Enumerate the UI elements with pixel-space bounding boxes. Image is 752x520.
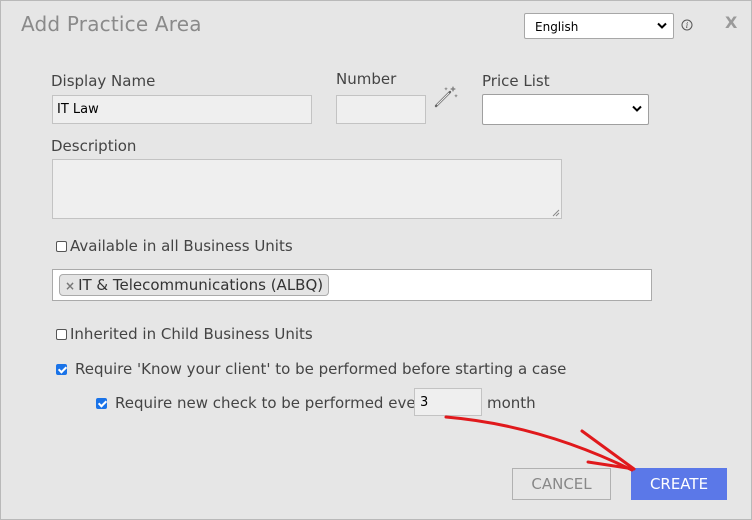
remove-tag-icon[interactable]: × xyxy=(65,279,75,293)
info-icon[interactable]: i xyxy=(681,19,693,31)
language-select-value: English xyxy=(535,20,579,34)
language-select[interactable]: English xyxy=(524,13,674,39)
inherited-child-units-checkbox[interactable] xyxy=(56,328,67,340)
require-kyc-checkbox[interactable] xyxy=(56,363,67,375)
business-unit-tag-label: IT & Telecommunications (ALBQ) xyxy=(78,276,324,294)
resize-handle-icon[interactable] xyxy=(552,209,560,217)
chevron-down-icon xyxy=(632,105,642,112)
close-button[interactable]: X xyxy=(725,13,737,32)
require-kyc-label: Require 'Know your client' to be perform… xyxy=(75,360,567,378)
price-list-label: Price List xyxy=(482,72,550,90)
business-units-multiselect[interactable]: × IT & Telecommunications (ALBQ) xyxy=(52,269,652,301)
display-name-label: Display Name xyxy=(51,72,156,90)
inherited-child-units-label: Inherited in Child Business Units xyxy=(70,325,313,343)
check-interval-unit: month xyxy=(487,394,536,412)
check-interval-input[interactable]: 3 xyxy=(414,388,482,416)
available-all-units-row[interactable]: Available in all Business Units xyxy=(56,237,293,255)
available-all-units-label: Available in all Business Units xyxy=(70,237,293,255)
inherited-child-units-row[interactable]: Inherited in Child Business Units xyxy=(56,325,313,343)
magic-wand-icon[interactable] xyxy=(433,84,459,110)
require-kyc-row[interactable]: Require 'Know your client' to be perform… xyxy=(56,360,566,378)
price-list-select[interactable] xyxy=(482,94,649,125)
number-label: Number xyxy=(336,70,397,88)
require-new-check-label: Require new check to be performed every xyxy=(115,394,431,412)
svg-text:i: i xyxy=(686,21,689,30)
cancel-button[interactable]: CANCEL xyxy=(512,468,611,500)
available-all-units-checkbox[interactable] xyxy=(56,240,67,252)
description-textarea[interactable] xyxy=(52,159,562,219)
business-unit-tag: × IT & Telecommunications (ALBQ) xyxy=(59,274,330,296)
description-label: Description xyxy=(51,137,137,155)
dialog-header: Add Practice Area English i X xyxy=(1,1,751,49)
add-practice-area-dialog: Add Practice Area English i X Display Na… xyxy=(0,0,752,520)
require-new-check-checkbox[interactable] xyxy=(96,397,107,409)
require-new-check-row[interactable]: Require new check to be performed every xyxy=(96,394,431,412)
dialog-title: Add Practice Area xyxy=(21,12,202,36)
chevron-down-icon xyxy=(657,22,667,29)
number-input[interactable] xyxy=(336,95,426,124)
create-button[interactable]: CREATE xyxy=(631,468,727,500)
display-name-input[interactable]: IT Law xyxy=(52,95,312,124)
